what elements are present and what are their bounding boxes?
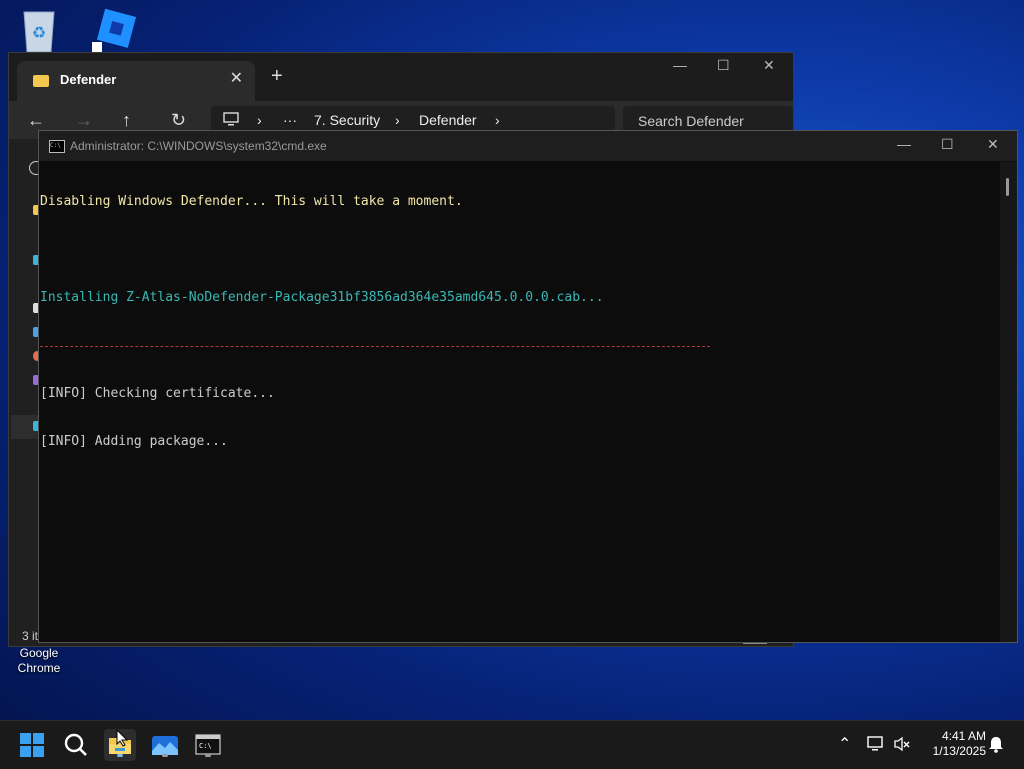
tab-defender[interactable]: Defender ✕ xyxy=(17,61,255,101)
monitor-icon xyxy=(223,111,239,130)
minimize-icon[interactable]: — xyxy=(673,57,687,73)
cmd-app-icon: C:\ xyxy=(49,140,65,153)
speaker-muted-icon[interactable] xyxy=(893,735,911,758)
close-icon[interactable]: ✕ xyxy=(763,57,775,74)
refresh-icon[interactable]: ↻ xyxy=(171,110,186,131)
tab-title: Defender xyxy=(60,72,117,87)
maximize-icon[interactable]: ☐ xyxy=(717,57,730,74)
svg-text:♻: ♻ xyxy=(32,25,46,42)
chevron-up-icon[interactable]: ⌃ xyxy=(838,734,851,754)
clock-time: 4:41 AM xyxy=(941,729,986,743)
back-arrow-icon[interactable]: ← xyxy=(27,110,45,131)
chevron-right-icon: › xyxy=(495,112,500,128)
google-chrome-shortcut[interactable]: Google Chrome xyxy=(8,646,70,676)
chrome-label-line2: Chrome xyxy=(17,661,61,675)
close-icon[interactable]: ✕ xyxy=(987,136,999,153)
console-line: Disabling Windows Defender... This will … xyxy=(40,194,463,209)
search-icon[interactable] xyxy=(60,729,92,761)
console-line: [INFO] Adding package... xyxy=(40,434,228,449)
breadcrumb-security[interactable]: 7. Security xyxy=(314,112,380,128)
search-placeholder: Search Defender xyxy=(638,113,744,129)
status-bar-text: 3 it xyxy=(22,629,39,643)
breadcrumb-defender[interactable]: Defender xyxy=(419,112,477,128)
vertical-scrollbar[interactable] xyxy=(1000,162,1017,642)
maximize-icon[interactable]: ☐ xyxy=(941,136,954,153)
console-output[interactable]: Disabling Windows Defender... This will … xyxy=(40,162,999,642)
clock-date: 1/13/2025 xyxy=(932,744,986,758)
up-arrow-icon[interactable]: ↑ xyxy=(122,110,131,131)
chevron-right-icon: › xyxy=(395,112,400,128)
running-indicator xyxy=(117,754,123,757)
clock[interactable]: 4:41 AM 1/13/2025 xyxy=(916,729,986,758)
roblox-studio-icon[interactable] xyxy=(90,8,140,52)
console-divider xyxy=(40,346,710,347)
recycle-bin-icon[interactable]: ♻ xyxy=(20,8,58,53)
tab-close-icon[interactable]: ✕ xyxy=(230,68,243,88)
running-indicator xyxy=(205,754,211,757)
start-button[interactable] xyxy=(16,729,48,761)
cmd-title-bar[interactable]: C:\ Administrator: C:\WINDOWS\system32\c… xyxy=(39,131,1017,161)
svg-text:C:\: C:\ xyxy=(199,742,212,750)
folder-icon xyxy=(33,75,49,87)
network-icon[interactable] xyxy=(866,735,886,758)
photos-taskbar-icon[interactable] xyxy=(149,729,181,761)
navigation-pane xyxy=(9,139,43,649)
console-line: Installing Z-Atlas-NoDefender-Package31b… xyxy=(40,290,604,305)
notification-bell-icon[interactable] xyxy=(988,735,1004,758)
taskbar: C:\ ⌃ 4:41 AM 1/13/2025 xyxy=(0,720,1024,769)
cmd-window-title: Administrator: C:\WINDOWS\system32\cmd.e… xyxy=(70,139,327,153)
explorer-tab-bar: Defender ✕ + — ☐ ✕ xyxy=(9,53,793,101)
breadcrumb-more[interactable]: ··· xyxy=(283,112,297,128)
scrollbar-thumb[interactable] xyxy=(1006,178,1009,196)
minimize-icon[interactable]: — xyxy=(897,136,911,152)
chevron-right-icon: › xyxy=(257,112,262,128)
running-indicator xyxy=(162,754,168,757)
forward-arrow-icon[interactable]: → xyxy=(75,110,93,131)
console-line: [INFO] Checking certificate... xyxy=(40,386,275,401)
mouse-cursor-icon xyxy=(116,728,129,752)
cmd-window: C:\ Administrator: C:\WINDOWS\system32\c… xyxy=(38,130,1018,643)
terminal-taskbar-icon[interactable]: C:\ xyxy=(192,729,224,761)
new-tab-button[interactable]: + xyxy=(271,65,283,88)
